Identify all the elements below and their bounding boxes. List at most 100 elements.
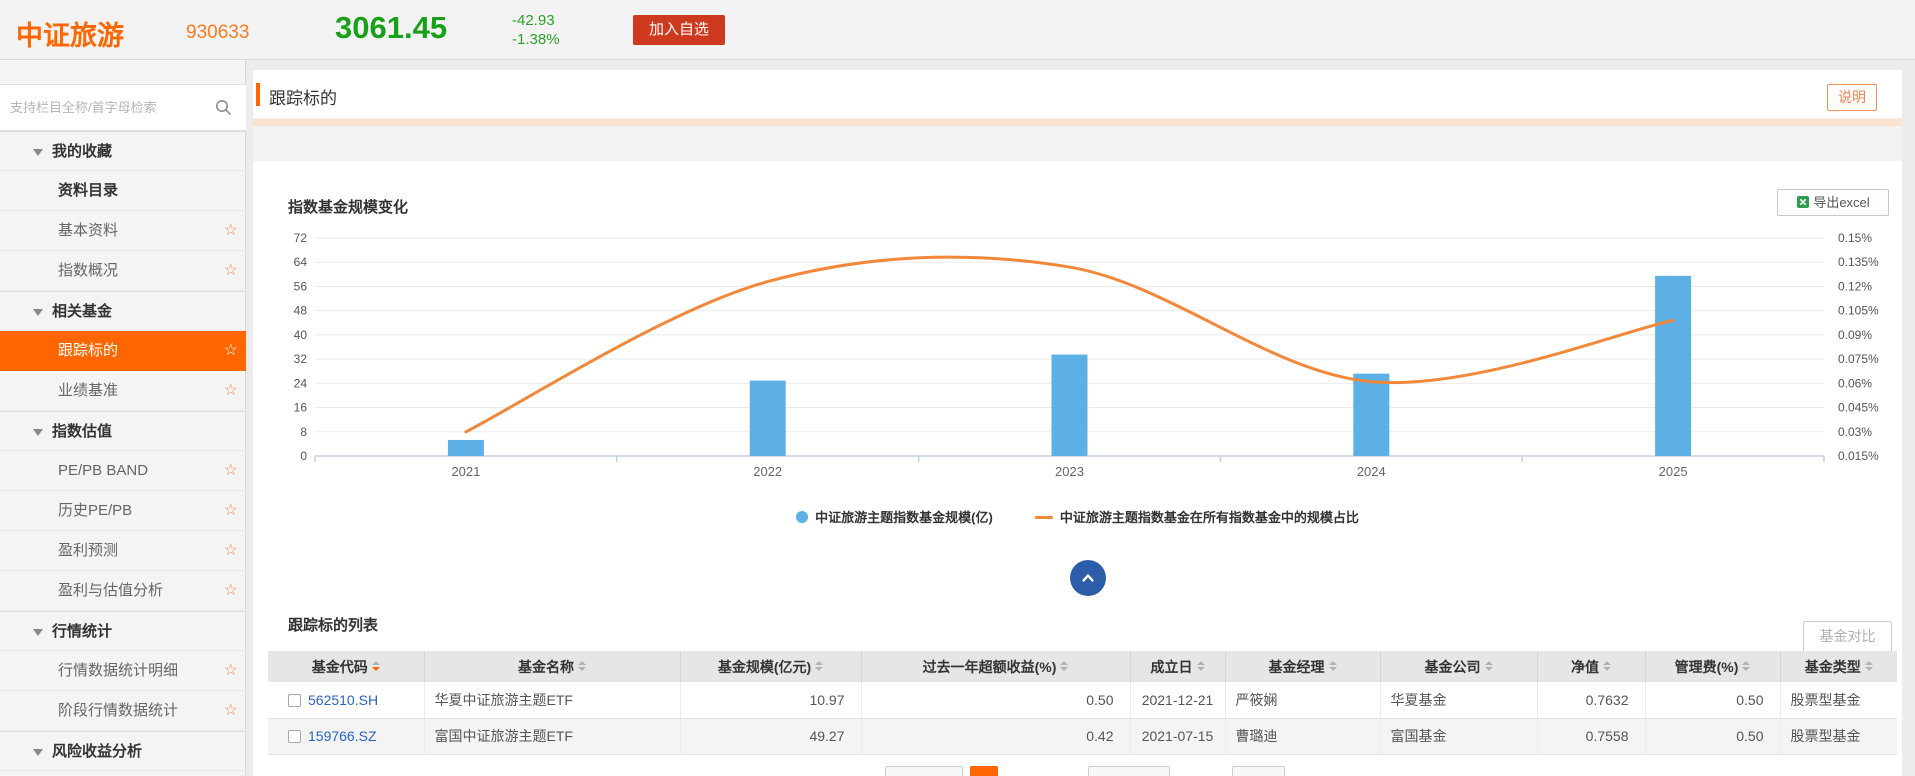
- column-header-8[interactable]: 净值: [1537, 651, 1645, 682]
- favorite-star-icon[interactable]: ☆: [224, 371, 238, 411]
- sidebar-item-11[interactable]: 盈利预测 ☆: [0, 531, 246, 571]
- favorite-star-icon[interactable]: ☆: [224, 651, 238, 691]
- sidebar-item-6[interactable]: 跟踪标的 ☆: [0, 331, 246, 371]
- svg-text:0.09%: 0.09%: [1838, 328, 1872, 342]
- table-cell: 曹璐迪: [1225, 718, 1380, 754]
- pagination-button[interactable]: [885, 766, 963, 776]
- sidebar-item-13[interactable]: 行情统计: [0, 611, 246, 651]
- svg-text:2025: 2025: [1659, 464, 1688, 479]
- column-header-4[interactable]: 过去一年超额收益(%): [861, 651, 1130, 682]
- column-header-2[interactable]: 基金名称: [424, 651, 680, 682]
- favorite-star-icon[interactable]: ☆: [224, 451, 238, 491]
- sidebar-item-label: 盈利预测: [58, 531, 118, 571]
- table-cell: 富国中证旅游主题ETF: [424, 718, 680, 754]
- pagination-current-page[interactable]: [970, 766, 998, 776]
- help-button[interactable]: 说明: [1827, 84, 1877, 111]
- legend-item-bar[interactable]: 中证旅游主题指数基金规模(亿): [796, 507, 993, 526]
- fund-compare-button[interactable]: 基金对比: [1803, 621, 1892, 652]
- sidebar-item-label: 盈利与估值分析: [58, 571, 163, 611]
- sort-arrows-icon[interactable]: [578, 661, 586, 671]
- column-header-9[interactable]: 管理费(%): [1645, 651, 1780, 682]
- sidebar-item-label: 跟踪标的: [58, 331, 118, 371]
- svg-text:0.03%: 0.03%: [1838, 425, 1872, 439]
- sidebar-item-label: 基本资料: [58, 211, 118, 251]
- favorite-star-icon[interactable]: ☆: [224, 691, 238, 731]
- sidebar-item-12[interactable]: 盈利与估值分析 ☆: [0, 571, 246, 611]
- sort-arrows-icon[interactable]: [1742, 661, 1750, 671]
- column-header-3[interactable]: 基金规模(亿元): [680, 651, 861, 682]
- svg-text:0.06%: 0.06%: [1838, 376, 1872, 390]
- fund-code-link[interactable]: 562510.SH: [308, 692, 378, 708]
- sort-arrows-icon[interactable]: [372, 661, 380, 671]
- sort-arrows-icon[interactable]: [1865, 661, 1873, 671]
- sort-arrows-icon[interactable]: [1603, 661, 1611, 671]
- sidebar-item-1[interactable]: 我的收藏: [0, 131, 246, 171]
- sidebar-item-5[interactable]: 相关基金: [0, 291, 246, 331]
- favorite-star-icon[interactable]: ☆: [224, 531, 238, 571]
- sidebar-item-label: 指数估值: [52, 412, 112, 452]
- favorite-star-icon[interactable]: ☆: [224, 331, 238, 371]
- column-header-10[interactable]: 基金类型: [1780, 651, 1897, 682]
- table-cell: 股票型基金: [1780, 718, 1897, 754]
- sidebar-item-4[interactable]: 指数概况 ☆: [0, 251, 246, 291]
- favorite-star-icon[interactable]: ☆: [224, 571, 238, 611]
- title-accent-bar: [256, 83, 260, 106]
- sort-arrows-icon[interactable]: [1060, 661, 1068, 671]
- sort-arrows-icon[interactable]: [1329, 661, 1337, 671]
- triangle-down-icon: [33, 309, 43, 316]
- favorite-star-icon[interactable]: ☆: [224, 491, 238, 531]
- svg-text:48: 48: [294, 304, 308, 318]
- sidebar-item-16[interactable]: 风险收益分析: [0, 731, 246, 771]
- fund-code-link[interactable]: 159766.SZ: [308, 728, 377, 744]
- column-label: 基金规模(亿元): [718, 659, 811, 675]
- sidebar-item-8[interactable]: 指数估值: [0, 411, 246, 451]
- table-cell: 0.50: [1645, 682, 1780, 718]
- sidebar-item-label: 资料目录: [58, 171, 118, 211]
- add-watchlist-button[interactable]: 加入自选: [633, 15, 725, 45]
- column-label: 基金名称: [518, 659, 574, 675]
- favorite-star-icon[interactable]: ☆: [224, 251, 238, 291]
- triangle-down-icon: [33, 629, 43, 636]
- sort-arrows-icon[interactable]: [1485, 661, 1493, 671]
- sidebar-item-10[interactable]: 历史PE/PB ☆: [0, 491, 246, 531]
- svg-text:64: 64: [294, 255, 308, 269]
- favorite-star-icon[interactable]: ☆: [224, 211, 238, 251]
- table-cell: 2021-12-21: [1130, 682, 1225, 718]
- column-header-7[interactable]: 基金公司: [1380, 651, 1537, 682]
- sidebar-menu: 我的收藏资料目录基本资料☆指数概况☆相关基金跟踪标的☆业绩基准☆指数估值PE/P…: [0, 131, 246, 771]
- sidebar-item-15[interactable]: 阶段行情数据统计☆: [0, 691, 246, 731]
- column-header-6[interactable]: 基金经理: [1225, 651, 1380, 682]
- sidebar-item-label: PE/PB BAND: [58, 451, 148, 491]
- sidebar-item-label: 历史PE/PB: [58, 491, 132, 531]
- collapse-chart-button[interactable]: [1070, 560, 1106, 596]
- search-input[interactable]: [10, 85, 200, 130]
- sidebar-item-7[interactable]: 业绩基准☆: [0, 371, 246, 411]
- table-cell: 0.50: [861, 682, 1130, 718]
- fund-table-header: 基金代码 基金名称 基金规模(亿元) 过去一年超额收益(%)成立日基金经理基金公司净值…: [268, 651, 1897, 682]
- row-checkbox[interactable]: [288, 730, 301, 743]
- pagination-button[interactable]: [1232, 766, 1285, 776]
- sidebar-item-2[interactable]: 资料目录: [0, 171, 246, 211]
- svg-text:0.075%: 0.075%: [1838, 352, 1879, 366]
- search-icon: [215, 99, 232, 116]
- table-cell: 0.7558: [1537, 718, 1645, 754]
- legend-item-line[interactable]: 中证旅游主题指数基金在所有指数基金中的规模占比: [1035, 507, 1359, 526]
- svg-text:0.135%: 0.135%: [1838, 255, 1879, 269]
- notice-strip: [253, 119, 1902, 126]
- column-label: 基金类型: [1805, 659, 1861, 675]
- sidebar-item-label: 指数概况: [58, 251, 118, 291]
- triangle-down-icon: [33, 749, 43, 756]
- index-code: 930633: [186, 22, 249, 44]
- column-header-5[interactable]: 成立日: [1130, 651, 1225, 682]
- pagination-button[interactable]: [1088, 766, 1170, 776]
- sidebar-item-9[interactable]: PE/PB BAND ☆: [0, 451, 246, 491]
- legend-label: 中证旅游主题指数基金在所有指数基金中的规模占比: [1060, 510, 1359, 525]
- legend-line-icon: [1035, 516, 1053, 519]
- row-checkbox[interactable]: [288, 694, 301, 707]
- sort-arrows-icon[interactable]: [1197, 661, 1205, 671]
- sort-arrows-icon[interactable]: [815, 661, 823, 671]
- svg-text:2021: 2021: [451, 464, 480, 479]
- sidebar-item-14[interactable]: 行情数据统计明细☆: [0, 651, 246, 691]
- sidebar-item-3[interactable]: 基本资料 ☆: [0, 211, 246, 251]
- column-header-1[interactable]: 基金代码: [268, 651, 424, 682]
